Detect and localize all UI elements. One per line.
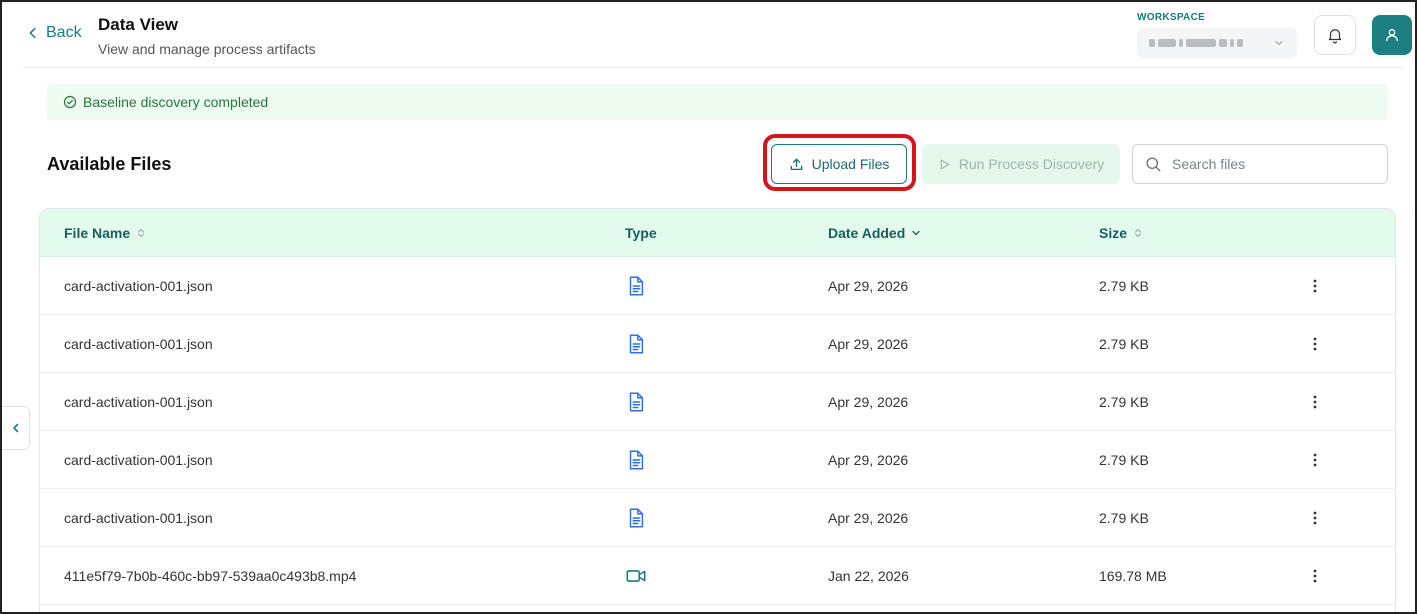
table-row[interactable]: card-activation-001.json Apr 29, 2026 2.… xyxy=(40,257,1395,315)
sidebar-toggle-button[interactable] xyxy=(2,406,30,450)
document-icon xyxy=(629,276,644,296)
search-icon xyxy=(1146,156,1161,172)
page-subtitle: View and manage process artifacts xyxy=(98,41,316,57)
sort-icon xyxy=(138,228,145,238)
column-header-date-added[interactable]: Date Added xyxy=(828,209,921,257)
date-added-cell: Jan 22, 2026 xyxy=(828,568,909,584)
column-label: Date Added xyxy=(828,225,906,241)
row-menu-button[interactable] xyxy=(1307,373,1323,431)
more-vertical-icon xyxy=(1313,511,1317,525)
file-type-cell xyxy=(625,257,647,315)
size-cell: 2.79 KB xyxy=(1099,510,1149,526)
sort-icon xyxy=(1134,228,1142,238)
header-divider xyxy=(22,67,1405,68)
table-row[interactable]: card-activation-001.json Apr 29, 2026 2.… xyxy=(40,373,1395,431)
chevron-left-icon xyxy=(12,423,18,433)
row-menu-button[interactable] xyxy=(1307,431,1323,489)
table-row[interactable]: 411e5f79-7b0b-460c-bb97-539aa0c493b8.mp4… xyxy=(40,547,1395,605)
date-added-cell: Apr 29, 2026 xyxy=(828,452,909,468)
row-menu-button[interactable] xyxy=(1307,489,1323,547)
chevron-down-icon xyxy=(912,230,920,236)
file-type-cell xyxy=(625,547,647,605)
chevron-down-icon xyxy=(1275,40,1283,46)
file-name-cell: card-activation-001.json xyxy=(64,510,213,526)
back-button[interactable]: Back xyxy=(26,24,82,42)
column-label: File Name xyxy=(64,225,131,241)
column-header-type: Type xyxy=(625,209,657,257)
document-icon xyxy=(629,508,644,528)
date-added-cell: Apr 29, 2026 xyxy=(828,510,909,526)
workspace-select[interactable] xyxy=(1137,28,1297,58)
files-table: File Name Type Date Added Size card-acti… xyxy=(39,208,1396,612)
page-title: Data View xyxy=(98,15,179,34)
table-row[interactable]: card-activation-001.json Apr 29, 2026 2.… xyxy=(40,315,1395,373)
run-process-discovery-button[interactable]: Run Process Discovery xyxy=(922,144,1120,184)
play-icon xyxy=(940,158,949,170)
user-avatar-button[interactable] xyxy=(1372,15,1412,55)
file-type-cell xyxy=(625,315,647,373)
size-cell: 2.79 KB xyxy=(1099,452,1149,468)
file-type-cell xyxy=(625,431,647,489)
upload-files-label: Upload Files xyxy=(811,156,890,172)
file-name-cell: 411e5f79-7b0b-460c-bb97-539aa0c493b8.mp4 xyxy=(64,568,357,584)
table-row[interactable]: card-activation-001.json Apr 29, 2026 2.… xyxy=(40,489,1395,547)
workspace-label: WORKSPACE xyxy=(1137,12,1206,23)
row-menu-button[interactable] xyxy=(1307,315,1323,373)
date-added-cell: Apr 29, 2026 xyxy=(828,278,909,294)
file-name-cell: card-activation-001.json xyxy=(64,452,213,468)
search-input[interactable] xyxy=(1172,156,1372,172)
run-process-discovery-label: Run Process Discovery xyxy=(958,156,1105,172)
file-type-cell xyxy=(625,373,647,431)
search-box xyxy=(1132,144,1388,184)
notifications-button[interactable] xyxy=(1314,15,1356,55)
table-header: File Name Type Date Added Size xyxy=(40,209,1395,257)
workspace-name-redacted xyxy=(1149,39,1243,47)
row-menu-button[interactable] xyxy=(1307,547,1323,605)
app-frame: Back Data View View and manage process a… xyxy=(0,0,1417,614)
column-header-size[interactable]: Size xyxy=(1099,209,1143,257)
size-cell: 2.79 KB xyxy=(1099,278,1149,294)
more-vertical-icon xyxy=(1313,337,1317,351)
upload-icon xyxy=(790,158,802,170)
size-cell: 2.79 KB xyxy=(1099,336,1149,352)
file-name-cell: card-activation-001.json xyxy=(64,394,213,410)
date-added-cell: Apr 29, 2026 xyxy=(828,394,909,410)
more-vertical-icon xyxy=(1313,395,1317,409)
column-label: Type xyxy=(625,225,657,241)
table-row[interactable]: card-activation-001.json Apr 29, 2026 2.… xyxy=(40,431,1395,489)
bell-icon xyxy=(1328,29,1342,44)
video-icon xyxy=(626,570,646,582)
column-label: Size xyxy=(1099,225,1128,241)
more-vertical-icon xyxy=(1313,569,1317,583)
file-name-cell: card-activation-001.json xyxy=(64,278,213,294)
row-menu-button[interactable] xyxy=(1307,257,1323,315)
user-icon xyxy=(1386,29,1398,42)
chevron-left-icon xyxy=(29,27,36,39)
date-added-cell: Apr 29, 2026 xyxy=(828,336,909,352)
file-type-cell xyxy=(625,489,647,547)
document-icon xyxy=(629,450,644,470)
column-header-file-name[interactable]: File Name xyxy=(64,209,146,257)
more-vertical-icon xyxy=(1313,453,1317,467)
more-vertical-icon xyxy=(1313,279,1317,293)
check-circle-icon xyxy=(63,95,77,109)
banner-text: Baseline discovery completed xyxy=(83,94,269,110)
file-name-cell: card-activation-001.json xyxy=(64,336,213,352)
document-icon xyxy=(629,334,644,354)
document-icon xyxy=(629,392,644,412)
back-label: Back xyxy=(46,24,82,41)
section-title: Available Files xyxy=(47,154,172,174)
size-cell: 2.79 KB xyxy=(1099,394,1149,410)
status-banner: Baseline discovery completed xyxy=(47,84,1388,120)
size-cell: 169.78 MB xyxy=(1099,568,1167,584)
upload-files-button[interactable]: Upload Files xyxy=(771,144,907,184)
